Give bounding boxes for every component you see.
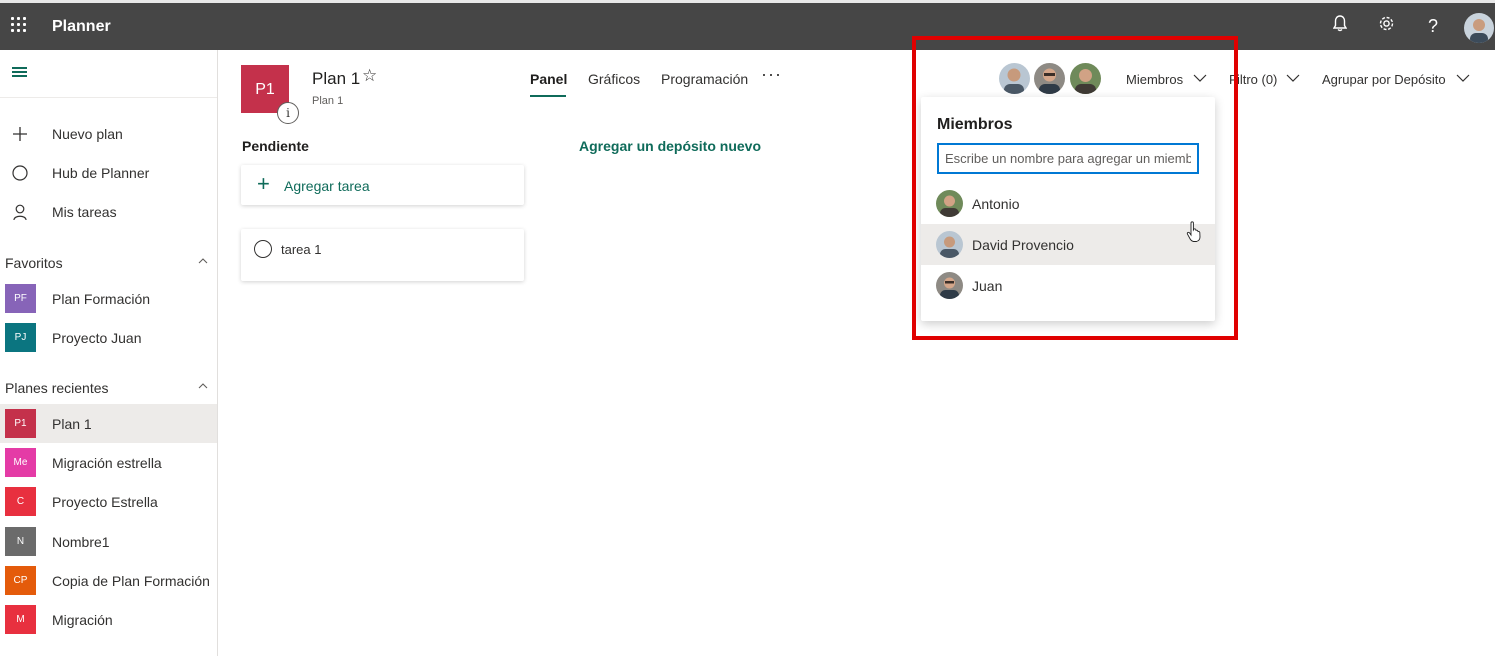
plan-label: Copia de Plan Formación xyxy=(52,573,210,589)
member-row[interactable]: Juan xyxy=(921,265,1215,306)
plan-subtitle: Plan 1 xyxy=(312,95,344,107)
plus-icon: + xyxy=(257,171,270,196)
chevron-down-icon[interactable] xyxy=(1456,74,1470,83)
hub-circle-icon xyxy=(12,165,28,181)
plus-icon xyxy=(13,127,27,141)
chevron-down-icon[interactable] xyxy=(1193,74,1207,83)
popup-title: Miembros xyxy=(937,116,1013,133)
gear-icon[interactable] xyxy=(1374,15,1398,38)
plan-label: Migración estrella xyxy=(52,455,162,471)
member-row[interactable]: Antonio xyxy=(921,183,1215,224)
complete-task-checkbox[interactable] xyxy=(254,240,272,258)
star-icon[interactable]: ☆ xyxy=(362,66,377,86)
nav-my-tasks[interactable]: Mis tareas xyxy=(0,194,217,230)
plan-badge: N xyxy=(5,527,36,556)
sidebar: Nuevo plan Hub de Planner Mis tareas Fav… xyxy=(0,50,218,656)
plan-badge: M xyxy=(5,605,36,634)
plan-badge: Me xyxy=(5,448,36,477)
app-launcher-icon[interactable] xyxy=(11,17,29,35)
person-icon xyxy=(13,204,27,221)
member-name: Juan xyxy=(972,278,1003,294)
hand-cursor-icon xyxy=(1186,221,1201,242)
plan-label: Plan 1 xyxy=(52,416,92,432)
chevron-up-icon[interactable] xyxy=(198,256,208,266)
member-avatar xyxy=(936,231,963,258)
plan-title: Plan 1 xyxy=(312,69,361,88)
member-row[interactable]: David Provencio xyxy=(921,224,1215,265)
favorites-heading: Favoritos xyxy=(5,255,63,271)
nav-label: Mis tareas xyxy=(52,204,117,220)
top-bar: Planner ? xyxy=(0,0,1495,50)
task-card[interactable]: tarea 1 xyxy=(241,229,524,281)
nav-label: Nuevo plan xyxy=(52,126,123,142)
task-title: tarea 1 xyxy=(281,242,322,257)
plan-label: Nombre1 xyxy=(52,534,110,550)
recent-plan-item[interactable]: C Proyecto Estrella xyxy=(0,482,217,521)
recent-plan-item[interactable]: CP Copia de Plan Formación xyxy=(0,561,217,600)
info-icon[interactable]: i xyxy=(277,102,299,124)
member-avatar[interactable] xyxy=(999,63,1030,94)
active-tab-indicator xyxy=(530,95,566,97)
divider xyxy=(0,97,217,98)
member-avatar[interactable] xyxy=(1070,63,1101,94)
member-avatar[interactable] xyxy=(1034,63,1065,94)
members-dropdown[interactable]: Miembros xyxy=(1126,72,1183,87)
add-bucket-button[interactable]: Agregar un depósito nuevo xyxy=(579,138,761,154)
recent-plan-item[interactable]: N Nombre1 xyxy=(0,522,217,561)
tab-panel[interactable]: Panel xyxy=(530,71,567,87)
member-name: Antonio xyxy=(972,196,1020,212)
chevron-down-icon[interactable] xyxy=(1286,74,1300,83)
nav-planner-hub[interactable]: Hub de Planner xyxy=(0,155,217,191)
member-name: David Provencio xyxy=(972,237,1074,253)
plan-badge: PF xyxy=(5,284,36,313)
tab-charts[interactable]: Gráficos xyxy=(588,71,640,87)
member-avatar xyxy=(936,190,963,217)
members-popup: Miembros Antonio David Provencio Juan xyxy=(921,97,1215,321)
add-task-label: Agregar tarea xyxy=(284,178,370,194)
recent-plan-item[interactable]: Me Migración estrella xyxy=(0,443,217,482)
bell-icon[interactable] xyxy=(1328,15,1352,38)
add-member-input[interactable] xyxy=(937,143,1199,174)
more-options-icon[interactable]: ··· xyxy=(761,64,782,85)
nav-new-plan[interactable]: Nuevo plan xyxy=(0,116,217,152)
recent-plan-item[interactable]: P1 Plan 1 xyxy=(0,404,217,443)
favorite-plan-item[interactable]: PJ Proyecto Juan xyxy=(0,318,217,357)
plan-label: Plan Formación xyxy=(52,291,151,307)
tab-schedule[interactable]: Programación xyxy=(661,71,748,87)
plan-label: Migración xyxy=(52,612,113,628)
plan-label: Proyecto Juan xyxy=(52,330,142,346)
favorite-plan-item[interactable]: PF Plan Formación xyxy=(0,279,217,318)
plan-badge: P1 xyxy=(5,409,36,438)
plan-badge: CP xyxy=(5,566,36,595)
group-by-dropdown[interactable]: Agrupar por Depósito xyxy=(1322,72,1446,87)
user-avatar[interactable] xyxy=(1464,13,1494,43)
recent-plans-heading: Planes recientes xyxy=(5,380,109,396)
bucket-title[interactable]: Pendiente xyxy=(242,138,309,154)
app-title[interactable]: Planner xyxy=(52,18,111,36)
collapse-menu-icon[interactable] xyxy=(12,67,28,79)
recent-plan-item[interactable]: M Migración xyxy=(0,600,217,639)
filter-dropdown[interactable]: Filtro (0) xyxy=(1229,72,1277,87)
help-icon[interactable]: ? xyxy=(1421,15,1445,37)
plan-label: Proyecto Estrella xyxy=(52,494,158,510)
member-avatar xyxy=(936,272,963,299)
chevron-up-icon[interactable] xyxy=(198,381,208,391)
plan-badge: C xyxy=(5,487,36,516)
add-task-button[interactable]: + Agregar tarea xyxy=(241,165,524,205)
plan-badge: PJ xyxy=(5,323,36,352)
nav-label: Hub de Planner xyxy=(52,165,150,181)
